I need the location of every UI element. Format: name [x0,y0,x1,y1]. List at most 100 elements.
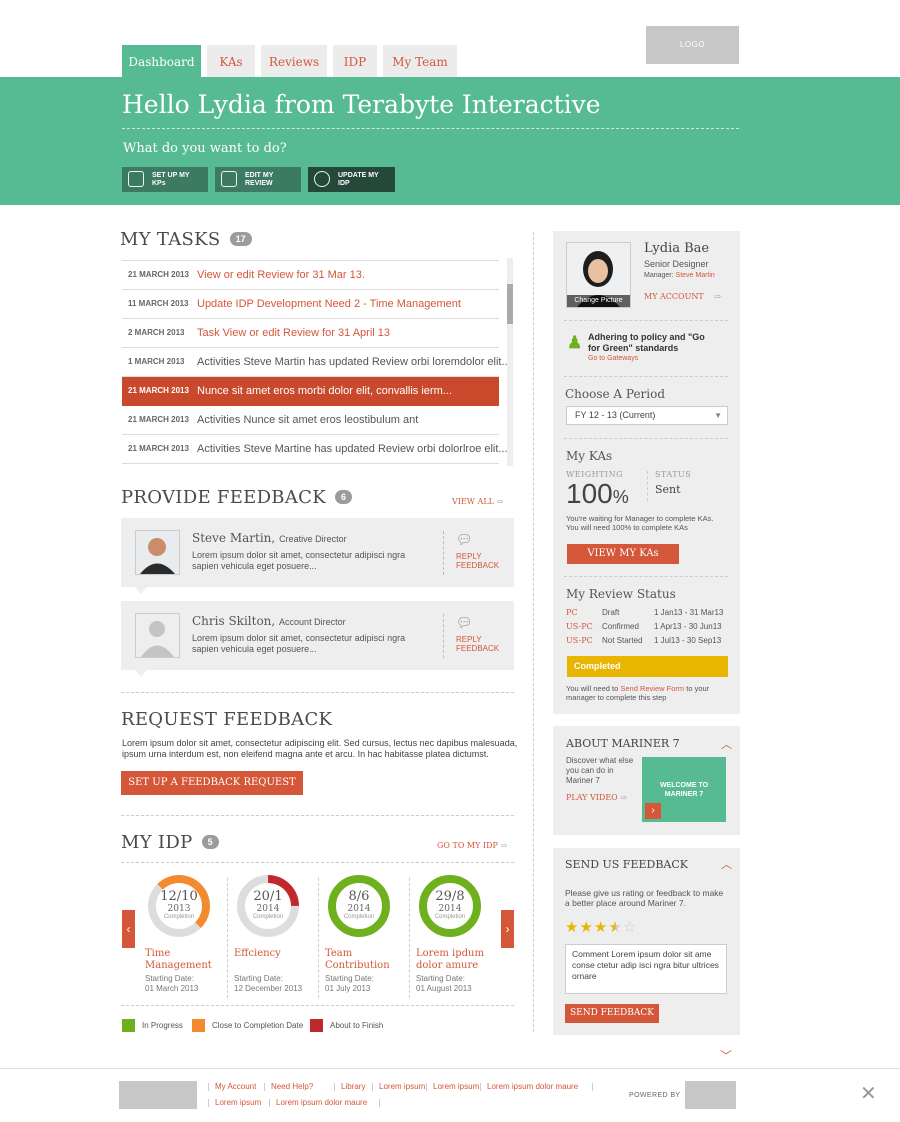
task-text[interactable]: Update IDP Development Need 2 - Time Man… [197,290,461,318]
reply-feedback-link[interactable]: REPLY FEEDBACK [456,552,506,570]
send-feedback-panel: SEND US FEEDBACK ︿ Please give us rating… [553,848,740,1035]
my-account-link[interactable]: MY ACCOUNT ⇨ [644,292,721,301]
idp-name[interactable]: Lorem ipdum dolor amure [416,948,496,972]
idp-name[interactable]: Effciency [234,948,314,960]
star-full-icon[interactable]: ★ [565,919,579,936]
idp-year: 2014 [256,904,280,914]
star-full-icon[interactable]: ★ [594,919,608,936]
view-all-link[interactable]: VIEW ALL ⇨ [452,497,503,506]
task-row[interactable]: 1 MARCH 2013 Activities Steve Martin has … [122,348,511,377]
star-half-icon[interactable]: ★ [608,919,622,936]
chevron-up-icon[interactable]: ︿ [721,856,732,872]
send-feedback-button[interactable]: SEND FEEDBACK [565,1004,659,1023]
manager-label: Manager: [644,272,674,279]
tab-kas[interactable]: KAs [207,45,255,77]
review-code[interactable]: PC [566,608,578,617]
carousel-next-button[interactable]: › [501,910,514,948]
task-row[interactable]: 21 MARCH 2013 Activities Steve Martine ha… [122,435,508,464]
go-to-idp-link[interactable]: GO TO MY IDP ⇨ [437,841,507,850]
video-thumbnail[interactable]: WELCOME TO MARINER 7 › [642,757,726,822]
footer-separator [592,1083,593,1091]
task-row[interactable]: 2 MARCH 2013 Task View or edit Review for… [122,319,499,348]
idp-completion-label: Completion [343,914,375,920]
task-text[interactable]: Activities Steve Martin has updated Revi… [197,348,511,376]
speech-tail [135,670,147,677]
task-row[interactable]: 21 MARCH 2013 Nunce sit amet eros morbi d… [122,377,499,406]
idp-name[interactable]: Time Management [145,948,225,972]
powered-by-label: POWERED BY [629,1092,681,1099]
hero-divider [122,128,739,129]
view-my-kas-button[interactable]: VIEW MY KAs [567,544,679,564]
footer-link[interactable]: Need Help? [271,1082,313,1091]
footer-link[interactable]: Lorem ipsum dolor maure [487,1082,578,1091]
profile-manager: Manager: Steve Martin [644,272,715,279]
idp-divider [318,878,319,998]
idp-name[interactable]: Team Contribution [325,948,405,972]
footer-separator [379,1099,380,1107]
idp-title: MY IDP [121,832,193,853]
feedback-comment-field[interactable]: Comment Lorem ipsum dolor sit ame conse … [565,944,727,994]
policy-text: Adhering to policy and "Go for Green" st… [588,332,705,353]
tab-reviews[interactable]: Reviews [261,45,327,77]
footer-link[interactable]: My Account [215,1082,256,1091]
task-text[interactable]: Activities Nunce sit amet eros leostibul… [197,406,418,434]
task-scrollbar[interactable] [507,258,513,466]
chevron-up-icon[interactable]: ︿ [721,736,732,752]
idp-start-label: Starting Date: [145,974,194,983]
gateways-link[interactable]: Go to Gateways [588,355,638,362]
weighting-value: 100% [566,478,629,510]
review-code[interactable]: US-PC [566,636,593,645]
footer-link[interactable]: Lorem ipsum [433,1082,479,1091]
profile-name: Lydia Bae [644,241,710,256]
setup-feedback-request-button[interactable]: SET UP A FEEDBACK REQUEST [121,771,303,795]
task-row[interactable]: 21 MARCH 2013 View or edit Review for 31 … [122,261,499,290]
idp-number: 8/6 [348,889,370,904]
edit-review-button[interactable]: EDIT MY REVIEW [215,167,301,192]
task-text[interactable]: Activities Steve Martine has updated Rev… [197,435,508,463]
tab-my-team[interactable]: My Team [383,45,457,77]
update-idp-button[interactable]: UPDATE MY IDP [308,167,395,192]
setup-kps-button[interactable]: SET UP MY KPs [122,167,208,192]
task-text[interactable]: View or edit Review for 31 Mar 13. [197,261,365,289]
scroll-thumb[interactable] [507,284,513,324]
star-empty-icon[interactable]: ☆ [623,919,637,936]
speech-bubble-icon: 💬︎ [456,615,473,630]
play-icon[interactable]: › [645,803,661,819]
period-selected: FY 12 - 13 (Current) [575,410,656,420]
task-text[interactable]: Task View or edit Review for 31 April 13 [197,319,390,347]
logo[interactable]: LOGO [646,26,739,64]
footer-link[interactable]: Library [341,1082,365,1091]
star-full-icon[interactable]: ★ [579,919,593,936]
review-state: Confirmed [602,622,639,631]
task-text[interactable]: Nunce sit amet eros morbi dolor elit, co… [197,377,452,405]
tab-idp[interactable]: IDP [333,45,377,77]
send-review-form-link[interactable]: Send Review Form [620,684,684,693]
review-code[interactable]: US-PC [566,622,593,631]
review-status-bar: Completed [567,656,728,677]
feedback-count-badge: 6 [335,490,353,504]
manager-link[interactable]: Steve Martin [676,272,715,279]
profile-photo[interactable]: Change Picture [566,242,631,308]
carousel-prev-button[interactable]: ‹ [122,910,135,948]
reply-feedback-link[interactable]: REPLY FEEDBACK [456,635,506,653]
task-row[interactable]: 11 MARCH 2013 Update IDP Development Need… [122,290,499,319]
period-select[interactable]: FY 12 - 13 (Current) ▼ [566,406,728,425]
footer-link[interactable]: Lorem ipsum [379,1082,425,1091]
footer-link[interactable]: Lorem ipsum dolor maure [276,1098,367,1107]
tab-dashboard[interactable]: Dashboard [122,45,201,77]
play-video-link[interactable]: PLAY VIDEO ⇨ [566,793,627,802]
star-rating[interactable]: ★★★★☆ [565,918,637,936]
tasks-header: MY TASKS 17 [120,229,252,250]
send-feedback-title: SEND US FEEDBACK [565,858,688,871]
change-picture-button[interactable]: Change Picture [567,295,630,307]
idp-divider [227,878,228,998]
idp-start-date: 12 December 2013 [234,984,303,993]
footer-link[interactable]: Lorem ipsum [215,1098,261,1107]
close-icon[interactable]: ✕ [860,1081,877,1106]
footer-logo [119,1081,197,1109]
chevron-down-icon[interactable]: ﹀ [716,1047,736,1067]
about-title: ABOUT MARINER 7 [566,737,680,750]
task-row[interactable]: 21 MARCH 2013 Activities Nunce sit amet e… [122,406,499,435]
play-video-label: PLAY VIDEO [566,793,618,802]
compass-icon [314,171,330,187]
